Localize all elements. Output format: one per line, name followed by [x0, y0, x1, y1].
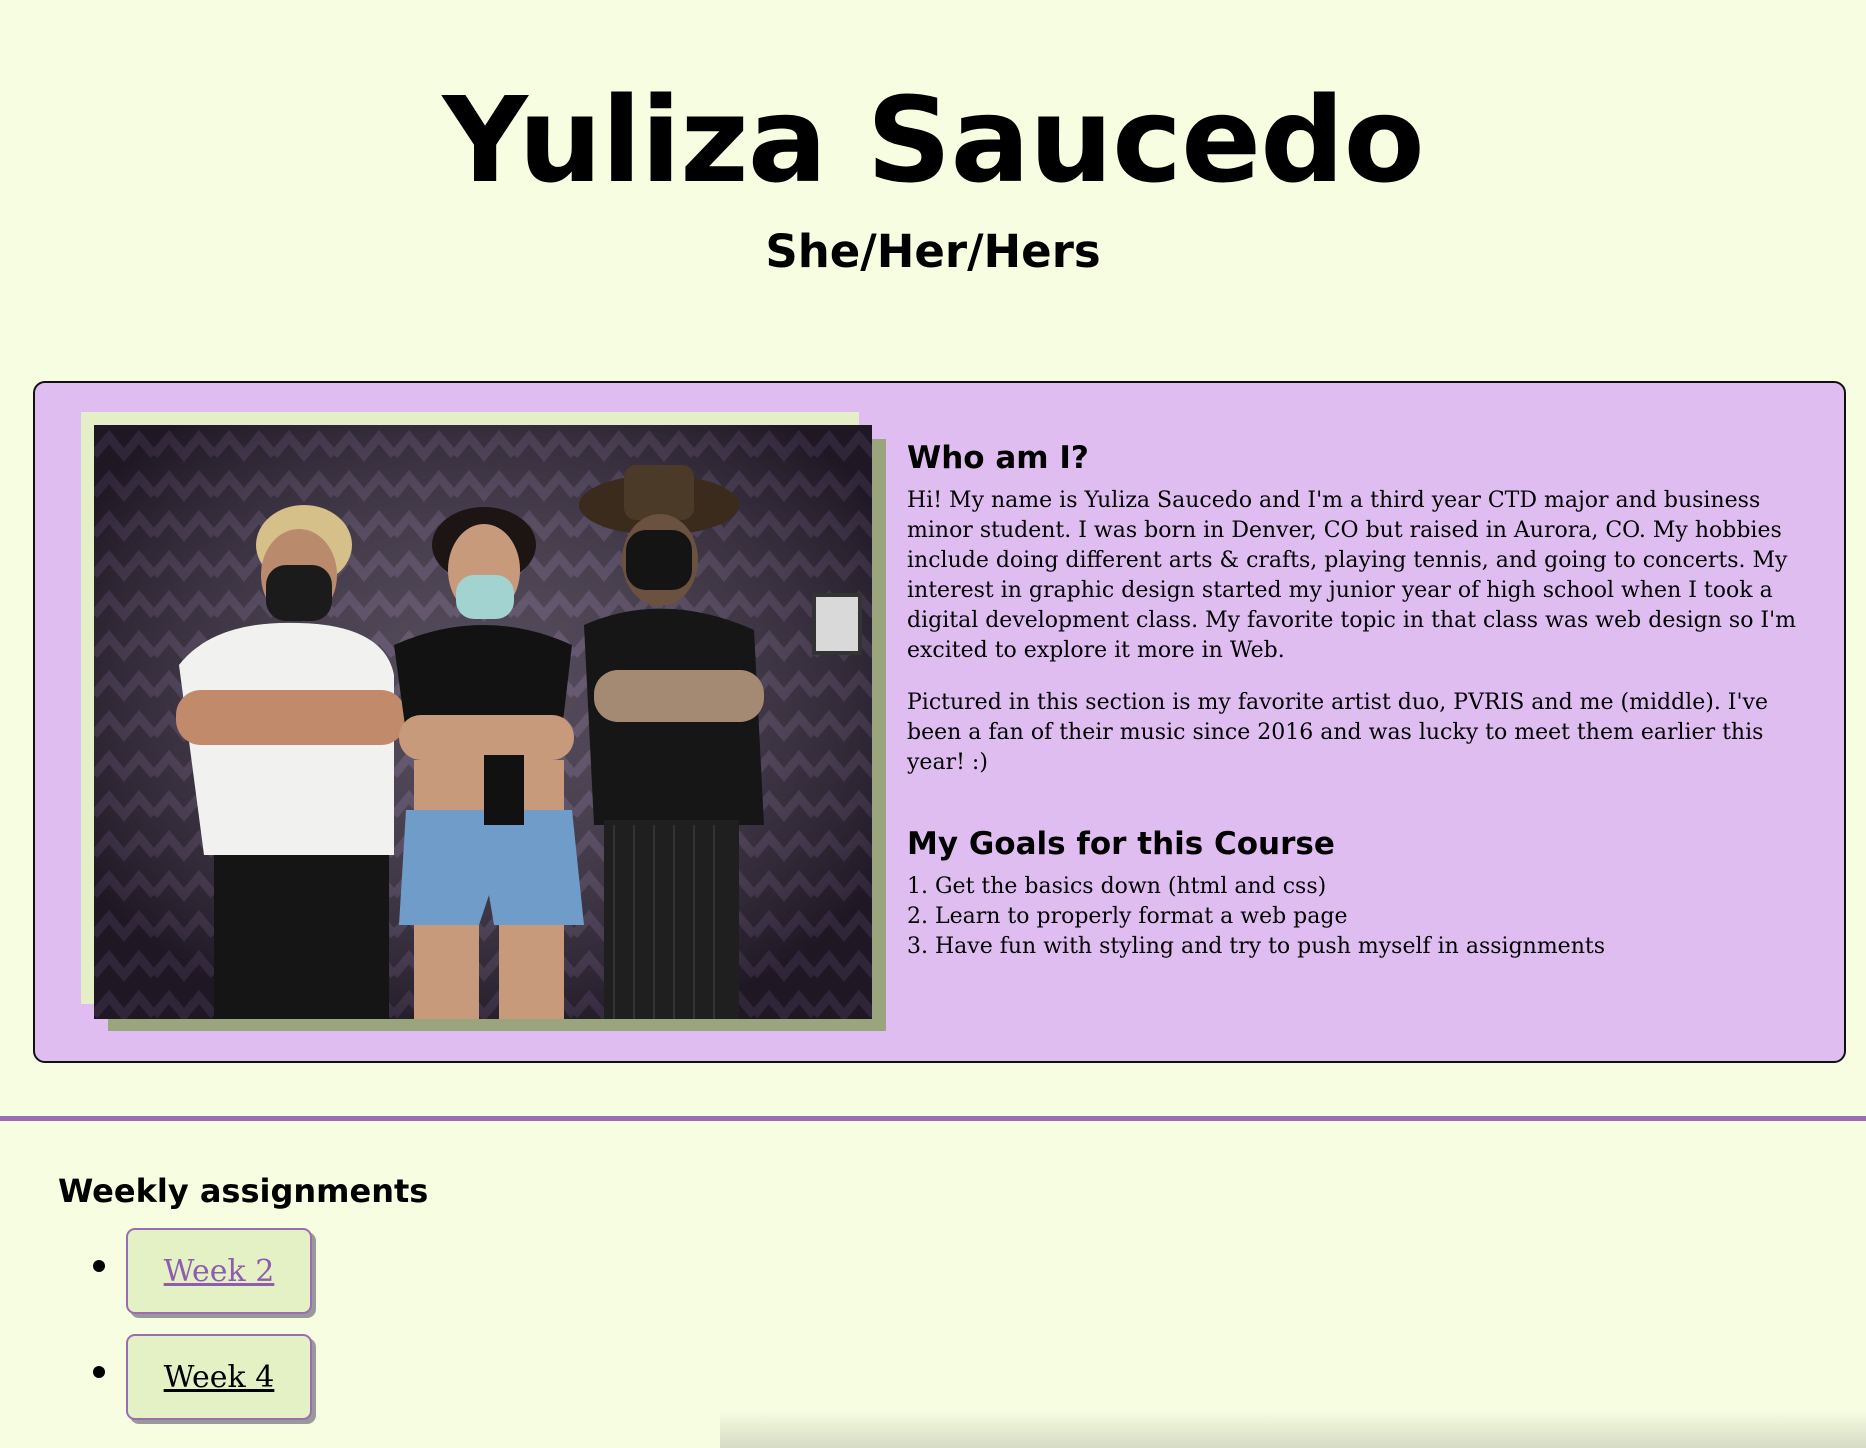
bullet-icon [93, 1366, 105, 1378]
bullet-icon [93, 1260, 105, 1272]
weekly-assignments-heading: Weekly assignments [58, 1172, 429, 1210]
week-4-button[interactable]: Week 4 [126, 1334, 312, 1420]
page-title: Yuliza Saucedo [442, 71, 1424, 209]
about-text: Who am I? Hi! My name is Yuliza Saucedo … [907, 438, 1827, 962]
week-2-button[interactable]: Week 2 [126, 1228, 312, 1314]
weekly-assignments-section: Weekly assignments Week 2 Week 4 [58, 1168, 428, 1426]
who-am-i-heading: Who am I? [907, 440, 1089, 476]
assignment-list: Week 2 Week 4 [58, 1214, 428, 1426]
bottom-shadow [720, 1410, 1866, 1448]
assignment-item-week-4: Week 4 [58, 1320, 428, 1426]
week-2-link[interactable]: Week 2 [164, 1254, 275, 1289]
assignment-item-week-2: Week 2 [58, 1214, 428, 1320]
about-card: Who am I? Hi! My name is Yuliza Saucedo … [33, 381, 1846, 1063]
profile-photo [94, 425, 872, 1019]
section-divider [0, 1116, 1866, 1121]
pronouns-subtitle: She/Her/Hers [765, 225, 1101, 278]
about-paragraph-1: Hi! My name is Yuliza Saucedo and I'm a … [907, 488, 1797, 663]
goal-item: 1. Get the basics down (html and css) [907, 874, 1327, 899]
week-4-link[interactable]: Week 4 [164, 1360, 275, 1395]
goal-item: 2. Learn to properly format a web page [907, 904, 1348, 929]
goals-list: 1. Get the basics down (html and css) 2.… [907, 872, 1827, 962]
goal-item: 3. Have fun with styling and try to push… [907, 934, 1606, 959]
page-header: Yuliza Saucedo She/Her/Hers [0, 0, 1866, 280]
goals-heading: My Goals for this Course [907, 826, 1335, 862]
about-paragraph-2: Pictured in this section is my favorite … [907, 690, 1768, 775]
photo-image-icon [94, 425, 872, 1019]
